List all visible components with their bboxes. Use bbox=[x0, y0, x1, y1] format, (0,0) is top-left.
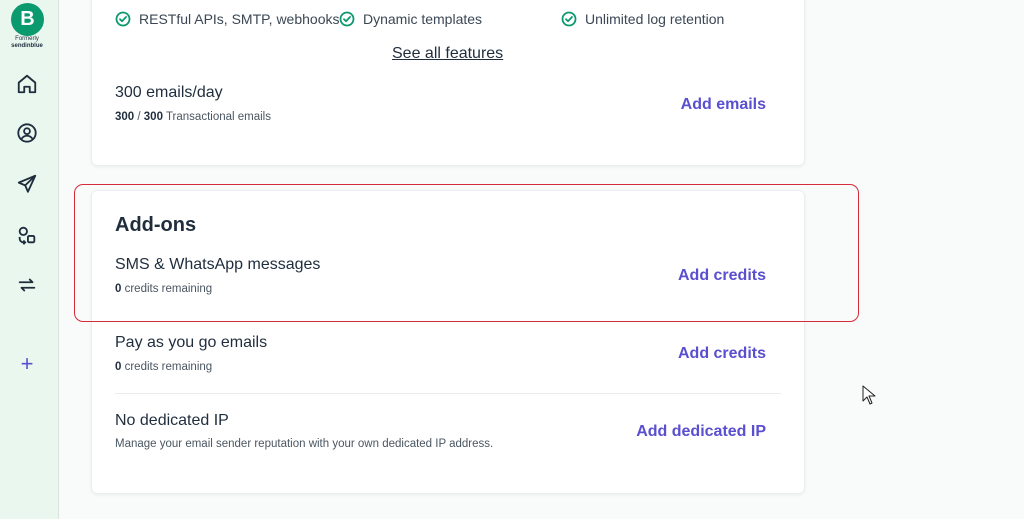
mouse-cursor-icon bbox=[862, 385, 876, 405]
feature-item: RESTful APIs, SMTP, webhooks bbox=[115, 11, 340, 27]
add-dedicated-ip-link[interactable]: Add dedicated IP bbox=[636, 423, 766, 441]
feature-item: Unlimited log retention bbox=[561, 11, 724, 27]
feature-label: Unlimited log retention bbox=[585, 11, 725, 27]
payg-emails-title: Pay as you go emails bbox=[115, 334, 268, 351]
dedicated-ip-description: Manage your email sender reputation with… bbox=[115, 438, 494, 450]
feature-label: RESTful APIs, SMTP, webhooks bbox=[139, 11, 340, 27]
dedicated-ip-title: No dedicated IP bbox=[115, 412, 229, 429]
add-emails-link[interactable]: Add emails bbox=[681, 96, 766, 114]
add-sms-credits-link[interactable]: Add credits bbox=[678, 267, 766, 285]
sms-whatsapp-title: SMS & WhatsApp messages bbox=[115, 256, 321, 273]
check-circle-icon bbox=[561, 11, 577, 27]
plan-emails-usage: 300 / 300 Transactional emails bbox=[115, 111, 271, 123]
payg-credits-remaining: 0 credits remaining bbox=[115, 361, 212, 373]
usage-used: 300 bbox=[115, 111, 135, 123]
see-all-features-link[interactable]: See all features bbox=[392, 45, 503, 63]
sms-credits-remaining: 0 credits remaining bbox=[115, 283, 212, 295]
usage-suffix: Transactional emails bbox=[162, 111, 271, 123]
brand-logo[interactable]: B bbox=[11, 3, 44, 36]
plan-emails-title: 300 emails/day bbox=[115, 84, 223, 101]
sidebar: B Formerly sendinblue + bbox=[0, 0, 59, 519]
credits-label: credits remaining bbox=[121, 283, 213, 295]
campaigns-send-icon[interactable] bbox=[14, 171, 40, 197]
contacts-icon[interactable] bbox=[14, 120, 40, 146]
logo-former-brand-text: sendinblue bbox=[11, 43, 43, 49]
logo-formerly-text: Formerly bbox=[15, 36, 39, 42]
feature-label: Dynamic templates bbox=[363, 11, 483, 27]
feature-item: Dynamic templates bbox=[339, 11, 482, 27]
automation-icon[interactable] bbox=[14, 222, 40, 248]
divider bbox=[115, 393, 781, 394]
credits-label: credits remaining bbox=[121, 361, 213, 373]
logo-letter: B bbox=[20, 8, 35, 30]
usage-total: 300 bbox=[143, 111, 163, 123]
addons-title: Add-ons bbox=[115, 214, 197, 236]
transactional-icon[interactable] bbox=[14, 272, 40, 298]
check-circle-icon bbox=[339, 11, 355, 27]
add-email-credits-link[interactable]: Add credits bbox=[678, 345, 766, 363]
home-icon[interactable] bbox=[14, 71, 40, 97]
add-app-button[interactable]: + bbox=[14, 351, 40, 376]
usage-separator: / bbox=[134, 111, 144, 123]
check-circle-icon bbox=[115, 11, 131, 27]
